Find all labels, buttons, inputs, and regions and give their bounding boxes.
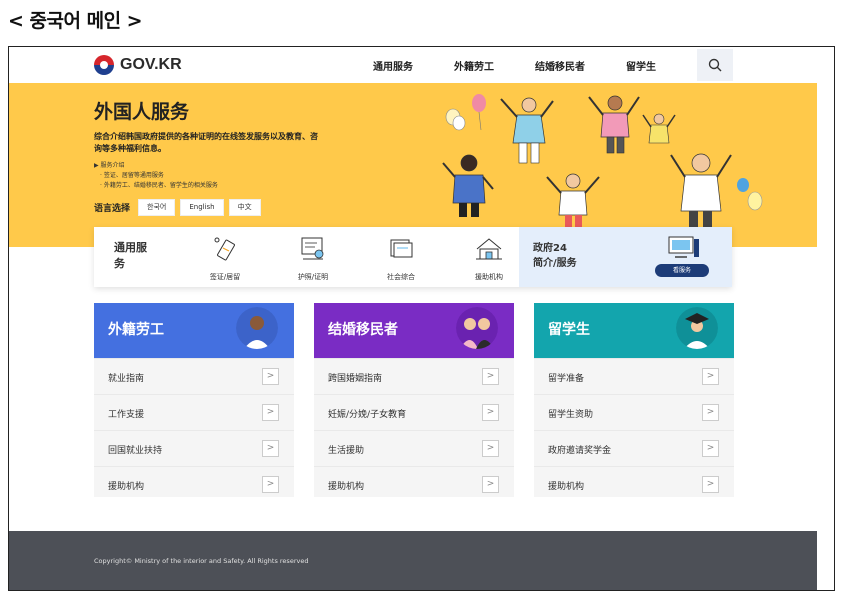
card-header[interactable]: 结婚移民者 <box>314 303 514 358</box>
banner-sub-heading: ▶ 服务介绍 <box>94 162 125 169</box>
card-header[interactable]: 外籍劳工 <box>94 303 294 358</box>
service-social[interactable]: 社会综合 <box>366 235 436 282</box>
card-item[interactable]: 政府邀请奖学金 > <box>534 430 734 466</box>
card-item[interactable]: 留学准备 > <box>534 358 734 394</box>
banner-title: 外国人服务 <box>94 101 190 123</box>
nav-general-services[interactable]: 通用服务 <box>373 58 413 73</box>
card-item[interactable]: 妊娠/分娩/子女教育 > <box>314 394 514 430</box>
gov24-title: 政府24 <box>533 243 567 254</box>
lang-korean-button[interactable]: 한국어 <box>138 199 176 216</box>
chevron-right-icon[interactable]: > <box>482 440 499 457</box>
computer-icon <box>668 236 699 258</box>
students-card: 留学生 留学准备 > 留学生资助 > 政府邀请奖学金 > 援助机构 > <box>534 303 734 497</box>
general-services-panel: 通用服务 签证/居留 护照/证明 社会综合 援助机构 政府24 简介/服务 看服… <box>94 227 732 287</box>
chevron-right-icon[interactable]: > <box>482 404 499 421</box>
card-item-label: 留学生资助 <box>548 410 594 420</box>
card-title: 留学生 <box>548 322 590 338</box>
chevron-right-icon[interactable]: > <box>702 476 719 493</box>
search-icon <box>708 58 722 72</box>
chevron-right-icon[interactable]: > <box>482 368 499 385</box>
language-label: 语言选择 <box>94 204 131 214</box>
card-item-label: 援助机构 <box>328 482 365 492</box>
card-item-label: 生活援助 <box>328 446 365 456</box>
chevron-right-icon[interactable]: > <box>262 476 279 493</box>
gov24-view-button[interactable]: 看服务 <box>655 264 709 277</box>
card-item-label: 妊娠/分娩/子女教育 <box>328 410 407 420</box>
building-icon <box>476 238 502 260</box>
card-item-label: 跨国婚姻指南 <box>328 374 383 384</box>
service-support-org[interactable]: 援助机构 <box>454 235 524 282</box>
banner-sub-item: · 外籍劳工、结婚移民者、留学生的相关服务 <box>100 182 218 189</box>
hero-banner: 外国人服务 综合介绍韩国政府提供的各种证明的在线签发服务以及教育、咨询等多种福利… <box>9 83 817 247</box>
site-footer: Copyright© Ministry of the interior and … <box>9 531 817 590</box>
service-label: 签证/居留 <box>209 273 241 281</box>
card-item[interactable]: 援助机构 > <box>94 466 294 502</box>
browser-frame: GOV.KR 通用服务 外籍劳工 结婚移民者 留学生 外国人服务 综合介绍韩国政… <box>8 46 835 591</box>
chevron-right-icon[interactable]: > <box>262 440 279 457</box>
marriage-migrants-card: 结婚移民者 跨国婚姻指南 > 妊娠/分娩/子女教育 > 生活援助 > 援助机构 > <box>314 303 514 497</box>
gov24-subtitle: 简介/服务 <box>533 258 577 269</box>
couple-avatar-icon <box>456 307 498 349</box>
card-item-label: 回国就业扶持 <box>108 446 163 456</box>
gov24-text: 政府24 简介/服务 <box>533 241 577 271</box>
folder-icon <box>390 239 413 258</box>
banner-sub-item: · 签证、居留等通用服务 <box>100 172 164 179</box>
card-item[interactable]: 生活援助 > <box>314 430 514 466</box>
site-logo[interactable]: GOV.KR <box>94 55 182 75</box>
service-label: 社会综合 <box>387 273 415 281</box>
card-item[interactable]: 援助机构 > <box>314 466 514 502</box>
foreign-workers-card: 外籍劳工 就业指南 > 工作支援 > 回国就业扶持 > 援助机构 > <box>94 303 294 497</box>
passport-icon <box>301 237 324 260</box>
service-passport[interactable]: 护照/证明 <box>278 235 348 282</box>
chevron-right-icon[interactable]: > <box>482 476 499 493</box>
card-title: 外籍劳工 <box>108 322 164 338</box>
banner-description: 综合介绍韩国政府提供的各种证明的在线签发服务以及教育、咨询等多种福利信息。 <box>94 132 318 153</box>
lang-english-button[interactable]: English <box>180 199 224 216</box>
site-header: GOV.KR 通用服务 外籍劳工 结婚移民者 留学生 <box>9 47 833 83</box>
card-header[interactable]: 留学生 <box>534 303 734 358</box>
card-item[interactable]: 就业指南 > <box>94 358 294 394</box>
card-item[interactable]: 留学生资助 > <box>534 394 734 430</box>
service-visa[interactable]: 签证/居留 <box>190 235 260 282</box>
card-item-label: 援助机构 <box>548 482 585 492</box>
gov24-panel: 政府24 简介/服务 看服务 <box>519 227 732 287</box>
chevron-right-icon[interactable]: > <box>702 440 719 457</box>
search-button[interactable] <box>697 49 733 81</box>
banner-service-list: ▶ 服务介绍 · 签证、居留等通用服务 · 外籍劳工、结婚移民者、留学生的相关服… <box>94 161 218 191</box>
chevron-right-icon[interactable]: > <box>702 404 719 421</box>
card-item[interactable]: 跨国婚姻指南 > <box>314 358 514 394</box>
nav-students[interactable]: 留学生 <box>626 58 656 73</box>
page-caption: < 중국어 메인 > <box>8 10 143 32</box>
card-item[interactable]: 援助机构 > <box>534 466 734 502</box>
copyright-text: Copyright© Ministry of the interior and … <box>94 557 309 565</box>
service-label: 护照/证明 <box>297 273 329 281</box>
card-item-label: 工作支援 <box>108 410 145 420</box>
card-item-label: 留学准备 <box>548 374 585 384</box>
card-item-label: 援助机构 <box>108 482 145 492</box>
taegeuk-logo-icon <box>94 55 114 75</box>
chevron-right-icon[interactable]: > <box>702 368 719 385</box>
visa-icon <box>214 237 235 261</box>
nav-marriage-migrants[interactable]: 结婚移民者 <box>535 58 585 73</box>
services-title: 通用服务 <box>114 241 147 270</box>
service-label: 援助机构 <box>475 273 503 281</box>
lang-chinese-button[interactable]: 中文 <box>228 199 261 216</box>
language-selector: 语言选择 한국어 English 中文 <box>94 199 266 216</box>
card-item-label: 就业指南 <box>108 374 145 384</box>
card-item-label: 政府邀请奖学金 <box>548 446 612 456</box>
nav-foreign-workers[interactable]: 外籍劳工 <box>454 58 494 73</box>
card-title: 结婚移民者 <box>328 322 398 338</box>
people-celebrating-illustration <box>442 94 763 229</box>
worker-avatar-icon <box>236 307 278 349</box>
logo-text: GOV.KR <box>120 56 182 73</box>
chevron-right-icon[interactable]: > <box>262 368 279 385</box>
chevron-right-icon[interactable]: > <box>262 404 279 421</box>
graduate-avatar-icon <box>676 307 718 349</box>
card-item[interactable]: 回国就业扶持 > <box>94 430 294 466</box>
card-item[interactable]: 工作支援 > <box>94 394 294 430</box>
